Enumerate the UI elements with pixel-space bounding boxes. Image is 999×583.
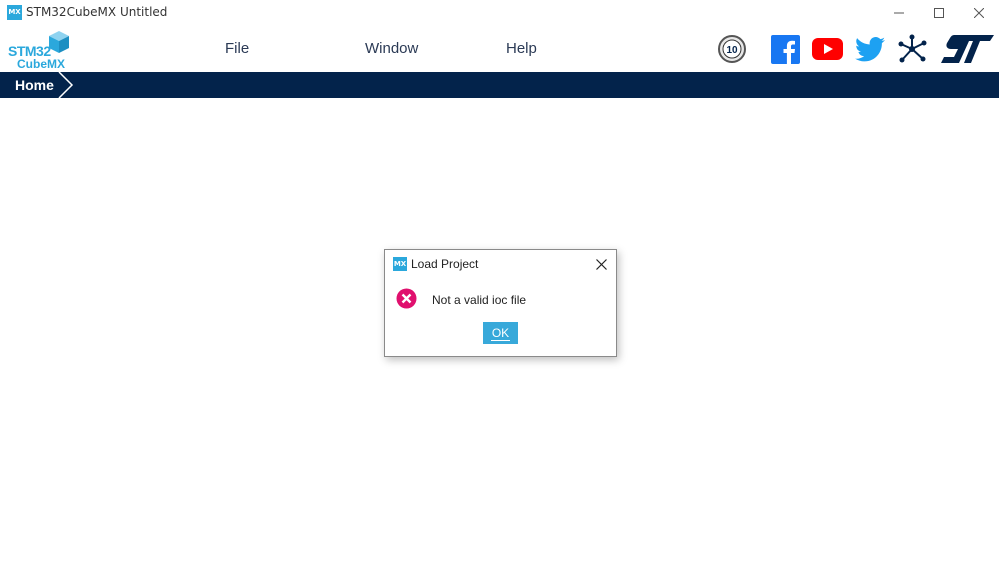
ok-button[interactable]: OK <box>483 322 518 344</box>
chevron-right-icon <box>58 72 74 98</box>
twitter-icon[interactable] <box>855 33 885 65</box>
maximize-button[interactable] <box>919 0 959 26</box>
facebook-icon[interactable] <box>771 33 800 65</box>
network-icon[interactable] <box>897 33 927 65</box>
app-icon: MX <box>7 5 22 20</box>
breadcrumb-home[interactable]: Home <box>0 72 54 98</box>
menu-window[interactable]: Window <box>365 40 418 57</box>
breadcrumb-bar: Home <box>0 72 999 98</box>
focus-underline <box>491 340 510 341</box>
maximize-icon <box>934 8 944 18</box>
stm32cubemx-logo[interactable]: STM32 CubeMX <box>7 30 71 71</box>
logo-text-cubemx: CubeMX <box>17 57 65 71</box>
st-logo-icon[interactable] <box>940 33 994 65</box>
dialog-title: Load Project <box>411 257 479 271</box>
menu-file[interactable]: File <box>225 40 249 57</box>
youtube-icon[interactable] <box>812 33 843 65</box>
error-icon <box>396 288 417 309</box>
window-title: STM32CubeMX Untitled <box>26 5 168 19</box>
minimize-icon <box>894 12 904 14</box>
dialog-close-button[interactable] <box>593 256 609 272</box>
app-header: STM32 CubeMX File Window Help 10 <box>0 26 999 72</box>
minimize-button[interactable] <box>879 0 919 26</box>
load-project-dialog: MX Load Project Not a valid ioc file OK <box>384 249 617 357</box>
badge-text: 10 <box>726 45 738 56</box>
close-icon <box>595 258 607 270</box>
close-window-button[interactable] <box>959 0 999 26</box>
window-titlebar: MX STM32CubeMX Untitled <box>0 0 999 26</box>
anniversary-10-icon[interactable]: 10 <box>717 33 747 65</box>
dialog-app-icon: MX <box>393 257 407 271</box>
dialog-message: Not a valid ioc file <box>432 293 527 307</box>
close-icon <box>974 8 984 18</box>
menu-help[interactable]: Help <box>506 40 537 57</box>
ok-button-label: OK <box>491 326 510 340</box>
